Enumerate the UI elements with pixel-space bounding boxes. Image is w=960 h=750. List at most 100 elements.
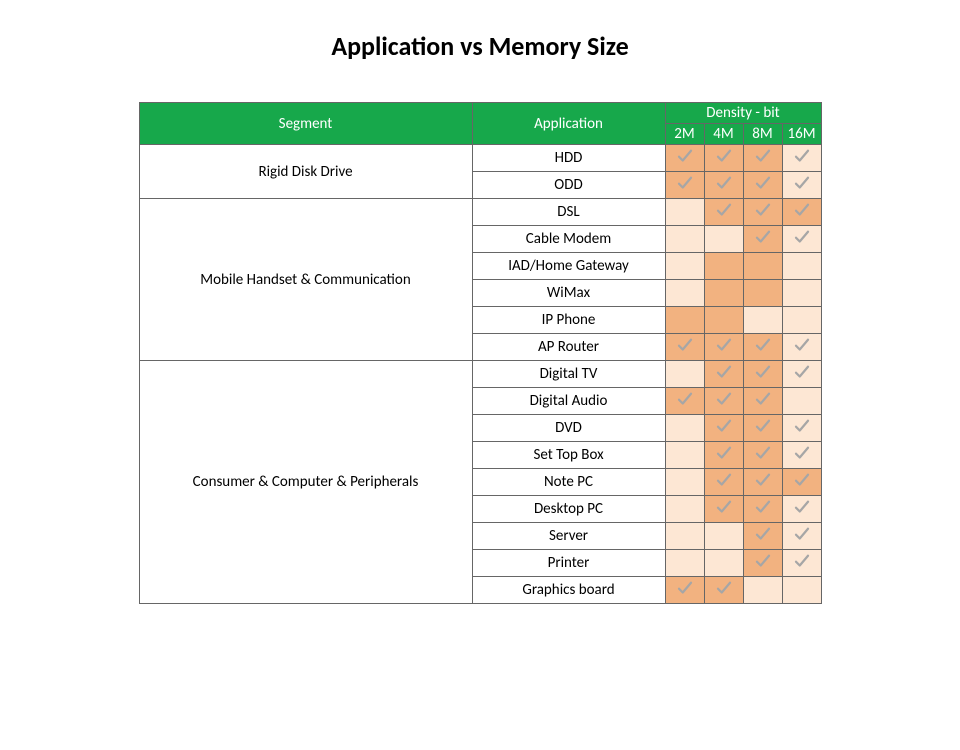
check-icon: [754, 552, 772, 570]
density-cell: [743, 388, 782, 415]
check-icon: [793, 201, 811, 219]
check-icon: [754, 174, 772, 192]
header-col-2m: 2M: [665, 124, 704, 145]
density-cell: [743, 496, 782, 523]
density-cell: [665, 334, 704, 361]
check-icon: [715, 201, 733, 219]
application-cell: DVD: [472, 415, 665, 442]
header-col-8m: 8M: [743, 124, 782, 145]
application-cell: AP Router: [472, 334, 665, 361]
density-cell: [743, 523, 782, 550]
check-icon: [715, 417, 733, 435]
density-cell: [743, 442, 782, 469]
density-cell: [704, 361, 743, 388]
application-cell: Graphics board: [472, 577, 665, 604]
density-cell: [782, 577, 821, 604]
check-icon: [715, 174, 733, 192]
density-cell: [665, 523, 704, 550]
check-icon: [676, 336, 694, 354]
application-cell: Cable Modem: [472, 226, 665, 253]
density-cell: [665, 550, 704, 577]
header-application: Application: [472, 103, 665, 145]
check-icon: [754, 417, 772, 435]
density-cell: [704, 226, 743, 253]
check-icon: [715, 444, 733, 462]
density-cell: [665, 280, 704, 307]
density-cell: [782, 523, 821, 550]
density-cell: [665, 388, 704, 415]
check-icon: [754, 525, 772, 543]
density-cell: [743, 361, 782, 388]
check-icon: [715, 363, 733, 381]
density-cell: [782, 253, 821, 280]
check-icon: [793, 525, 811, 543]
density-cell: [665, 361, 704, 388]
check-icon: [793, 552, 811, 570]
check-icon: [793, 174, 811, 192]
density-cell: [704, 280, 743, 307]
density-cell: [665, 307, 704, 334]
density-cell: [782, 550, 821, 577]
check-icon: [754, 471, 772, 489]
density-cell: [704, 172, 743, 199]
density-cell: [782, 496, 821, 523]
density-cell: [665, 172, 704, 199]
application-cell: Set Top Box: [472, 442, 665, 469]
application-cell: IP Phone: [472, 307, 665, 334]
check-icon: [754, 390, 772, 408]
density-cell: [704, 388, 743, 415]
density-cell: [665, 253, 704, 280]
density-cell: [782, 415, 821, 442]
table-row: Rigid Disk DriveHDD: [139, 145, 821, 172]
density-cell: [782, 307, 821, 334]
density-cell: [782, 145, 821, 172]
density-cell: [665, 199, 704, 226]
density-cell: [782, 442, 821, 469]
density-cell: [665, 577, 704, 604]
density-cell: [704, 145, 743, 172]
density-cell: [782, 172, 821, 199]
density-cell: [782, 469, 821, 496]
density-cell: [704, 496, 743, 523]
page-title: Application vs Memory Size: [0, 30, 960, 62]
density-cell: [704, 307, 743, 334]
check-icon: [793, 498, 811, 516]
application-cell: Digital Audio: [472, 388, 665, 415]
density-cell: [665, 145, 704, 172]
application-cell: Printer: [472, 550, 665, 577]
density-cell: [782, 199, 821, 226]
check-icon: [715, 579, 733, 597]
check-icon: [676, 174, 694, 192]
check-icon: [676, 390, 694, 408]
table-row: Consumer & Computer & PeripheralsDigital…: [139, 361, 821, 388]
density-cell: [704, 469, 743, 496]
density-cell: [782, 226, 821, 253]
density-cell: [704, 523, 743, 550]
check-icon: [793, 336, 811, 354]
density-cell: [782, 280, 821, 307]
density-cell: [743, 469, 782, 496]
check-icon: [793, 363, 811, 381]
application-cell: HDD: [472, 145, 665, 172]
application-cell: Server: [472, 523, 665, 550]
check-icon: [715, 390, 733, 408]
check-icon: [754, 147, 772, 165]
application-cell: Digital TV: [472, 361, 665, 388]
density-cell: [743, 172, 782, 199]
segment-cell: Mobile Handset & Communication: [139, 199, 472, 361]
check-icon: [715, 498, 733, 516]
density-cell: [704, 415, 743, 442]
check-icon: [754, 228, 772, 246]
density-cell: [743, 577, 782, 604]
density-cell: [704, 577, 743, 604]
density-cell: [665, 442, 704, 469]
density-cell: [704, 550, 743, 577]
density-cell: [782, 361, 821, 388]
density-cell: [665, 469, 704, 496]
density-cell: [704, 253, 743, 280]
check-icon: [715, 147, 733, 165]
table-row: Mobile Handset & CommunicationDSL: [139, 199, 821, 226]
application-cell: ODD: [472, 172, 665, 199]
density-cell: [782, 388, 821, 415]
header-density: Density - bit: [665, 103, 821, 124]
